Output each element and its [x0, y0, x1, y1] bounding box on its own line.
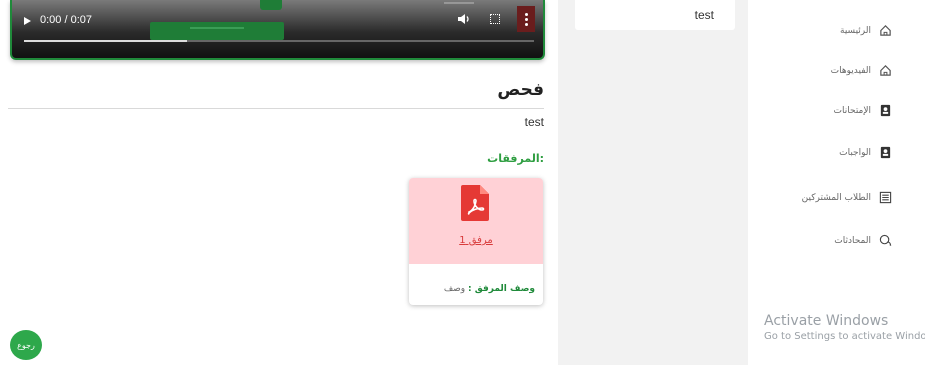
- lesson-description: test: [524, 115, 544, 129]
- video-time: 0:00 / 0:07: [40, 14, 92, 26]
- sidebar-item-subscribed-students[interactable]: الطلاب المشتركين: [802, 191, 892, 204]
- sidebar-item-videos[interactable]: الفيديوهات: [831, 64, 892, 77]
- attachment-link[interactable]: مرفق 1: [409, 235, 543, 246]
- sidebar-item-label: الواجبات: [839, 147, 871, 158]
- home-icon: [880, 25, 891, 36]
- play-icon[interactable]: [24, 17, 31, 25]
- activate-windows-watermark: Activate Windows Go to Settings to activ…: [764, 313, 925, 342]
- attachment-card: مرفق 1 وصف المرفق : وصف: [409, 178, 543, 305]
- side-panel-card[interactable]: test: [575, 0, 735, 30]
- sidebar-item-assignments[interactable]: الواجبات: [839, 146, 892, 159]
- chat-icon: [879, 234, 892, 246]
- back-button[interactable]: رجوع: [10, 330, 42, 360]
- video-overlay-banner: [150, 22, 284, 40]
- side-panel: test: [558, 0, 748, 365]
- sidebar-item-label: الإمتحانات: [833, 105, 871, 116]
- list-icon: [879, 191, 892, 204]
- lesson-title: فحص: [497, 80, 544, 100]
- sidebar-item-label: الفيديوهات: [830, 65, 871, 76]
- video-player[interactable]: 0:00 / 0:07: [10, 0, 545, 60]
- more-options-icon[interactable]: [517, 6, 535, 32]
- side-panel-card-text: test: [694, 8, 714, 22]
- video-overlay-text: [444, 2, 474, 4]
- sidebar-item-label: المحادثات: [834, 235, 871, 246]
- pdf-file-icon: [461, 185, 489, 221]
- badge-icon: [880, 146, 891, 159]
- attachments-label: المرفقات:: [487, 152, 544, 165]
- badge-icon: [880, 104, 891, 117]
- sidebar-item-home[interactable]: الرئيسية: [840, 24, 892, 37]
- divider: [8, 108, 544, 109]
- sidebar-item-chats[interactable]: المحادثات: [834, 234, 892, 247]
- fullscreen-icon[interactable]: [490, 14, 500, 24]
- attachment-preview[interactable]: مرفق 1: [409, 178, 543, 264]
- watermark-subtitle: Go to Settings to activate Window: [764, 331, 925, 342]
- attachment-description: وصف المرفق : وصف: [444, 284, 535, 294]
- volume-icon[interactable]: [457, 13, 471, 25]
- attachment-desc-key: وصف المرفق :: [468, 284, 535, 294]
- sidebar-item-label: الرئيسية: [840, 25, 871, 36]
- watermark-title: Activate Windows: [764, 313, 889, 329]
- video-progress-bar[interactable]: [24, 40, 534, 42]
- sidebar-item-label: الطلاب المشتركين: [801, 192, 871, 203]
- sidebar-item-exams[interactable]: الإمتحانات: [834, 104, 892, 117]
- attachment-desc-value: وصف: [443, 284, 466, 294]
- video-overlay-button: [260, 0, 282, 10]
- home-icon: [880, 65, 891, 76]
- video-progress-fill: [24, 40, 188, 42]
